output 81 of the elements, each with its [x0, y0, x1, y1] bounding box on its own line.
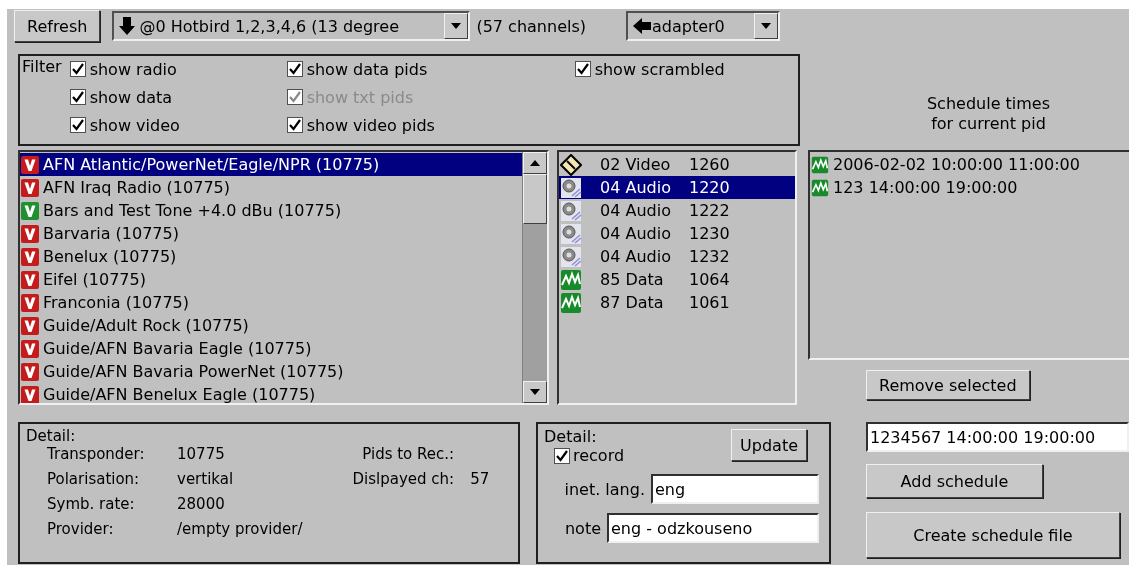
channel-item[interactable]: Franconia (10775) — [20, 291, 522, 314]
schedule-heading: Schedule times for current pid — [925, 94, 1052, 134]
graph-icon — [811, 178, 829, 197]
add-schedule-button[interactable]: Add schedule — [866, 464, 1043, 498]
channel-item[interactable]: Barvaria (10775) — [20, 222, 522, 245]
scrollbar-thumb[interactable] — [523, 174, 547, 224]
channel-item[interactable]: Guide/AFN Benelux Eagle (10775) — [20, 383, 522, 403]
satellite-dropdown[interactable]: @0 Hotbird 1,2,3,4,6 (13 degree — [112, 11, 471, 41]
scrollbar[interactable] — [522, 152, 547, 403]
create-schedule-file-button[interactable]: Create schedule file — [866, 512, 1120, 558]
pid-item[interactable]: 87 Data 1061 — [559, 291, 795, 314]
checkbox-label[interactable]: show data pids — [306, 59, 428, 79]
checkbox-label[interactable]: show scrambled — [594, 59, 725, 79]
channel-item[interactable]: AFN Iraq Radio (10775) — [20, 176, 522, 199]
graph-icon — [560, 268, 582, 291]
detail-value: 28000 — [177, 495, 226, 513]
checkbox[interactable] — [286, 117, 303, 133]
detail-value: 10775 — [177, 445, 226, 463]
pid-item[interactable]: 02 Video 1260 — [559, 153, 795, 176]
schedule-item[interactable]: 123 14:00:00 19:00:00 — [810, 176, 1129, 199]
checkbox[interactable] — [574, 61, 591, 77]
caret-icon — [450, 22, 463, 30]
caret-icon — [760, 22, 772, 30]
schedule-item[interactable]: 2006-02-02 10:00:00 11:00:00 — [810, 153, 1129, 176]
adapter-dropdown[interactable]: adapter0 — [626, 11, 780, 41]
filter-label: Filter — [22, 57, 62, 78]
detail-label: Dislpayed ch: — [352, 470, 455, 488]
dropdown-button[interactable] — [444, 13, 469, 39]
pid-item[interactable]: 04 Audio 1222 — [559, 199, 795, 222]
channel-item[interactable]: Bars and Test Tone +4.0 dBu (10775) — [20, 199, 522, 222]
channel-item[interactable]: Guide/AFN Bavaria Eagle (10775) — [20, 337, 522, 360]
detail-title: Detail: — [26, 427, 76, 445]
detail-title: Detail: — [544, 427, 597, 446]
field-label: note — [564, 518, 601, 538]
speaker-icon — [560, 245, 582, 268]
checkbox-label[interactable]: show data — [89, 87, 173, 107]
text-field[interactable]: eng — [651, 474, 819, 504]
detail-label: Symb. rate: — [47, 495, 136, 513]
channel-item[interactable]: Benelux (10775) — [20, 245, 522, 268]
detail-label: Provider: — [47, 520, 115, 538]
checkbox[interactable] — [286, 61, 303, 77]
refresh-button[interactable]: Refresh — [14, 10, 101, 42]
channel-item[interactable]: AFN Atlantic/PowerNet/Eagle/NPR (10775) — [20, 153, 522, 176]
checkbox-label[interactable]: show video pids — [306, 115, 435, 135]
detail-label: Polarisation: — [47, 470, 141, 488]
pid-item[interactable]: 04 Audio 1232 — [559, 245, 795, 268]
checkbox[interactable] — [69, 89, 86, 105]
pid-item[interactable]: 04 Audio 1220 — [559, 176, 795, 199]
channel-item[interactable]: Guide/Adult Rock (10775) — [20, 314, 522, 337]
detail-label: Transponder: — [47, 445, 146, 463]
speaker-icon — [560, 176, 582, 199]
checkbox[interactable] — [69, 117, 86, 133]
channel-count: (57 channels) — [476, 16, 586, 36]
channel-item[interactable]: Guide/AFN Bavaria PowerNet (10775) — [20, 360, 522, 383]
checkbox-label[interactable]: show video — [89, 115, 180, 135]
field-label: inet. lang. — [564, 479, 645, 499]
speaker-icon — [560, 199, 582, 222]
graph-icon — [560, 291, 582, 314]
checkbox[interactable] — [554, 447, 570, 464]
pid-item[interactable]: 85 Data 1064 — [559, 268, 795, 291]
film-icon — [560, 153, 582, 176]
up-arrow-icon[interactable] — [529, 159, 541, 167]
checkbox[interactable] — [69, 61, 86, 77]
remove-selected-button[interactable]: Remove selected — [866, 370, 1030, 400]
detail-label: Pids to Rec.: — [362, 445, 455, 463]
down-arrow-icon — [118, 16, 137, 36]
update-button[interactable]: Update — [731, 429, 807, 461]
channel-item[interactable]: Eifel (10775) — [20, 268, 522, 291]
speaker-icon — [560, 222, 582, 245]
left-arrow-icon — [632, 17, 652, 35]
pid-item[interactable]: 04 Audio 1230 — [559, 222, 795, 245]
checkbox-label[interactable]: record — [573, 446, 625, 465]
dropdown-button[interactable] — [754, 13, 778, 39]
down-arrow-icon[interactable] — [529, 388, 541, 396]
detail-value: /empty provider/ — [177, 520, 303, 538]
text-field[interactable]: eng - odzkouseno — [607, 513, 819, 543]
schedule-input-field[interactable]: 1234567 14:00:00 19:00:00 — [866, 422, 1129, 452]
detail-value: vertikal — [177, 470, 235, 488]
checkbox-label[interactable]: show radio — [89, 59, 177, 79]
graph-icon — [811, 155, 829, 174]
detail-value: 57 — [470, 470, 490, 488]
